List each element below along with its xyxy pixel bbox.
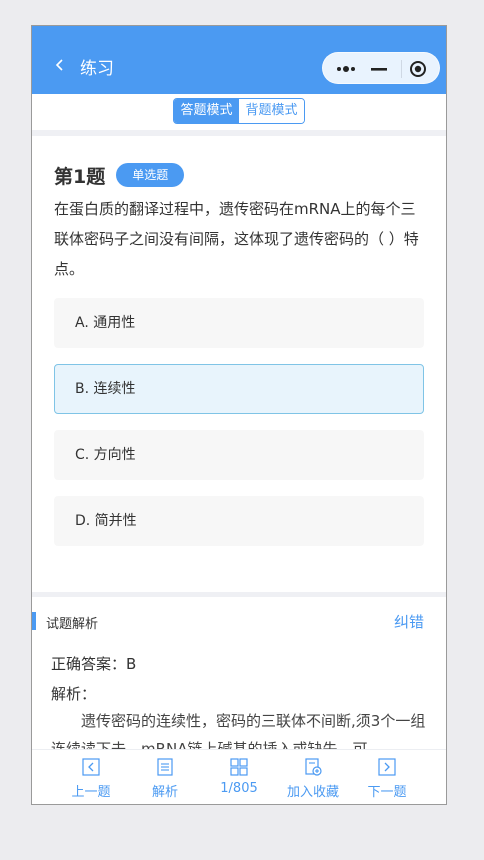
prev-question-button[interactable]: 上一题: [51, 758, 131, 800]
nav-header: 练习: [32, 26, 446, 94]
analysis-button[interactable]: 解析: [125, 758, 205, 800]
accent-bar: [32, 612, 36, 630]
question-number: 第1题: [54, 165, 106, 188]
question-header: 第1题 单选题: [54, 162, 185, 188]
progress-label: 1/805: [220, 781, 258, 796]
section-divider: [32, 130, 446, 136]
section-divider: [32, 592, 446, 597]
document-icon: [157, 758, 173, 776]
report-error-link[interactable]: 纠错: [394, 611, 424, 632]
option-a[interactable]: A. 通用性: [54, 298, 424, 348]
analysis-header: 试题解析 纠错: [32, 610, 446, 634]
explanation-label: 解析：: [51, 685, 97, 703]
question-grid-button[interactable]: 1/805: [199, 758, 279, 796]
option-d[interactable]: D. 简并性: [54, 496, 424, 546]
bottom-toolbar: 上一题 解析 1/805 加入收藏 下一题: [32, 749, 446, 804]
favorite-label: 加入收藏: [286, 785, 339, 800]
question-text: 在蛋白质的翻译过程中，遗传密码在mRNA上的每个三联体密码子之间没有间隔，这体现…: [54, 200, 419, 278]
target-circle-icon[interactable]: [409, 60, 427, 78]
chevron-left-box-icon: [82, 758, 100, 776]
mode-switch: 答题模式 背题模式: [173, 98, 305, 124]
correct-answer: 正确答案：B: [51, 655, 137, 673]
next-label: 下一题: [367, 785, 407, 800]
mode-bar: 答题模式 背题模式: [32, 94, 446, 130]
chevron-right-box-icon: [378, 758, 396, 776]
phone-frame: 练习 答题模式 背题模式 第1题 单选题 在蛋白质的翻译过程中，遗传密码在mRN…: [31, 25, 447, 805]
page-title: 练习: [80, 59, 114, 79]
option-b[interactable]: B. 连续性: [54, 364, 424, 414]
minimize-icon[interactable]: [369, 62, 389, 76]
capsule-divider: [401, 60, 402, 78]
option-c[interactable]: C. 方向性: [54, 430, 424, 480]
analysis-label: 解析: [151, 785, 178, 800]
question-type-badge: 单选题: [116, 163, 185, 187]
add-favorite-button[interactable]: 加入收藏: [273, 758, 353, 800]
more-dots-icon[interactable]: [335, 62, 357, 76]
tab-recite-mode[interactable]: 背题模式: [239, 99, 304, 123]
grid-icon: [230, 758, 248, 776]
prev-label: 上一题: [71, 785, 111, 800]
back-icon[interactable]: [52, 57, 68, 73]
capsule-menu: [322, 52, 440, 84]
next-question-button[interactable]: 下一题: [347, 758, 427, 800]
favorite-doc-icon: [305, 758, 322, 776]
tab-answer-mode[interactable]: 答题模式: [174, 99, 239, 123]
analysis-title: 试题解析: [46, 617, 99, 632]
explanation-text: 遗传密码的连续性，密码的三联体不间断,须3个一组连续读下去。mRNA链上碱基的插…: [51, 712, 426, 749]
